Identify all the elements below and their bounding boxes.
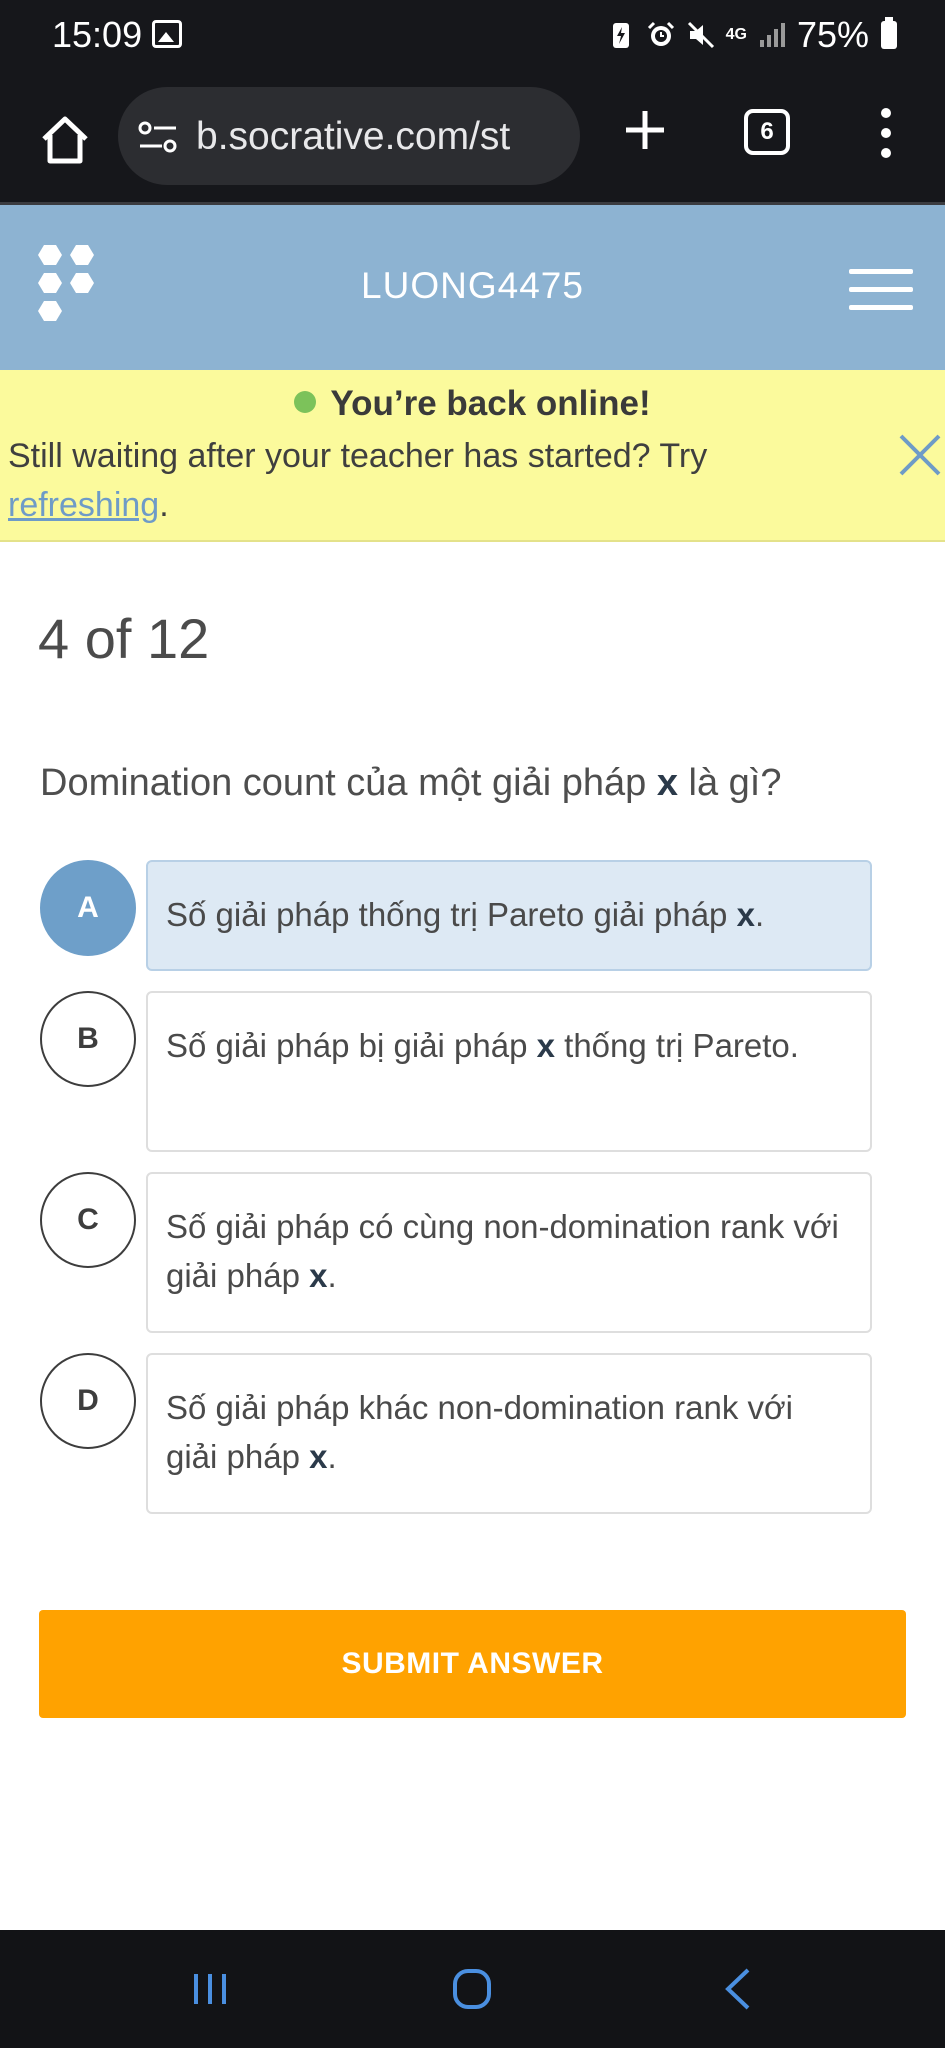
option-letter-a[interactable]: A <box>40 860 136 956</box>
recents-icon[interactable] <box>190 1970 230 2008</box>
option-variable: x <box>309 1438 328 1475</box>
online-status-dot <box>294 391 317 413</box>
option-text-box-a[interactable]: Số giải pháp thống trị Pareto giải pháp … <box>146 860 872 971</box>
option-text-end: . <box>754 896 765 933</box>
home-nav-icon[interactable] <box>452 1968 492 2010</box>
close-icon[interactable] <box>897 432 943 478</box>
image-icon <box>152 20 182 48</box>
refresh-link[interactable]: refreshing <box>8 486 159 524</box>
back-icon[interactable] <box>722 1966 752 2012</box>
alarm-icon <box>647 21 674 46</box>
mute-icon <box>687 21 714 49</box>
question-variable: x <box>656 762 678 804</box>
notice-body: Still waiting after your teacher has sta… <box>8 432 848 530</box>
option-text-box-c[interactable]: Số giải pháp có cùng non-domination rank… <box>146 1172 872 1333</box>
option-letter-d[interactable]: D <box>40 1353 136 1449</box>
battery-percent: 75% <box>796 14 869 55</box>
option-letter-b[interactable]: B <box>40 991 136 1087</box>
battery-saver-icon <box>612 23 629 48</box>
battery-icon <box>881 17 897 49</box>
notice-title: You’re back online! <box>0 384 945 424</box>
option-letter-c[interactable]: C <box>40 1172 136 1268</box>
hamburger-menu-icon[interactable] <box>849 269 913 311</box>
option-variable: x <box>736 896 755 933</box>
browser-toolbar: b.socrative.com/st 6 <box>0 75 945 205</box>
option-text: Số giải pháp thống trị Pareto giải pháp <box>166 896 737 933</box>
signal-icon <box>759 23 785 47</box>
network-type: 4G <box>725 26 747 43</box>
option-text: Số giải pháp có cùng non-domination rank… <box>166 1208 839 1294</box>
notice-title-text: You’re back online! <box>330 384 651 423</box>
address-bar[interactable]: b.socrative.com/st <box>118 87 580 185</box>
question-prefix: Domination count của một giải pháp <box>40 762 657 804</box>
option-variable: x <box>309 1257 328 1294</box>
option-text: Số giải pháp bị giải pháp <box>166 1027 537 1064</box>
system-nav-bar <box>0 1930 945 2048</box>
question-progress: 4 of 12 <box>38 607 210 670</box>
question-text: Domination count của một giải pháp x là … <box>40 762 782 805</box>
option-text-box-d[interactable]: Số giải pháp khác non-domination rank vớ… <box>146 1353 872 1514</box>
status-bar: 15:09 4G 75% <box>0 0 945 75</box>
notice-body-text: Still waiting after your teacher has sta… <box>8 437 708 475</box>
status-icons: 4G 75% <box>606 14 897 56</box>
url-text[interactable]: b.socrative.com/st <box>196 115 510 159</box>
app-header: LUONG4475 <box>0 205 945 370</box>
status-time: 15:09 <box>52 14 143 55</box>
more-menu-icon[interactable] <box>872 105 900 161</box>
submit-answer-button[interactable]: SUBMIT ANSWER <box>39 1610 906 1718</box>
option-text-end: . <box>327 1438 337 1475</box>
site-settings-icon[interactable] <box>138 120 178 154</box>
new-tab-icon[interactable] <box>620 105 670 155</box>
online-notice-banner: You’re back online! Still waiting after … <box>0 370 945 542</box>
option-text: Số giải pháp khác non-domination rank vớ… <box>166 1389 794 1475</box>
option-text-end: thống trị Pareto. <box>554 1027 799 1064</box>
tab-switcher-icon[interactable]: 6 <box>744 109 790 155</box>
option-text-end: . <box>327 1257 337 1294</box>
home-icon[interactable] <box>36 111 94 169</box>
notice-body-end: . <box>159 486 169 524</box>
room-name: LUONG4475 <box>361 265 584 306</box>
question-suffix: là gì? <box>677 762 782 804</box>
option-text-box-b[interactable]: Số giải pháp bị giải pháp x thống trị Pa… <box>146 991 872 1152</box>
option-variable: x <box>536 1027 555 1064</box>
